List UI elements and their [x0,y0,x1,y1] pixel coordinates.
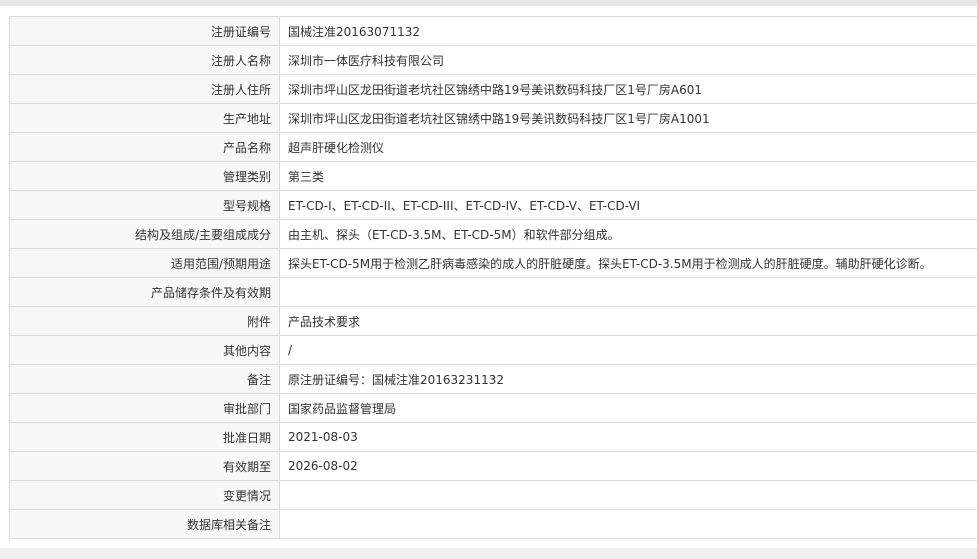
table-row: 变更情况 [9,480,977,510]
field-value: 深圳市一体医疗科技有限公司 [279,45,977,75]
table-row: 附件 产品技术要求 [9,306,977,336]
table-row: 管理类别 第三类 [9,161,977,191]
table-row: 产品储存条件及有效期 [9,277,977,307]
table-row: 备注 原注册证编号：国械注准20163231132 [9,364,977,394]
table-row: 批准日期 2021-08-03 [9,422,977,452]
table-row: 数据库相关备注 [9,509,977,539]
table-row: 适用范围/预期用途 探头ET-CD-5M用于检测乙肝病毒感染的成人的肝脏硬度。探… [9,248,977,278]
field-label: 变更情况 [9,480,280,510]
field-value [279,277,977,307]
bottom-divider [0,548,977,559]
field-label: 型号规格 [9,190,280,220]
field-label: 备注 [9,364,280,394]
field-label: 生产地址 [9,103,280,133]
field-label: 数据库相关备注 [9,509,280,539]
field-label: 适用范围/预期用途 [9,248,280,278]
table-row: 型号规格 ET-CD-I、ET-CD-II、ET-CD-III、ET-CD-IV… [9,190,977,220]
table-row: 审批部门 国家药品监督管理局 [9,393,977,423]
field-value [279,480,977,510]
field-label: 其他内容 [9,335,280,365]
registration-detail-panel: 注册证编号 国械注准20163071132 注册人名称 深圳市一体医疗科技有限公… [0,6,977,548]
field-label: 审批部门 [9,393,280,423]
field-label: 批准日期 [9,422,280,452]
field-value: 由主机、探头（ET-CD-3.5M、ET-CD-5M）和软件部分组成。 [279,219,977,249]
field-label: 附件 [9,306,280,336]
field-value: 原注册证编号：国械注准20163231132 [279,364,977,394]
field-label: 注册证编号 [9,16,280,46]
field-label: 产品名称 [9,132,280,162]
field-label: 注册人名称 [9,45,280,75]
field-value: 国家药品监督管理局 [279,393,977,423]
field-label: 注册人住所 [9,74,280,104]
table-row: 注册人名称 深圳市一体医疗科技有限公司 [9,45,977,75]
field-value: 深圳市坪山区龙田街道老坑社区锦绣中路19号美讯数码科技厂区1号厂房A601 [279,74,977,104]
field-value: 探头ET-CD-5M用于检测乙肝病毒感染的成人的肝脏硬度。探头ET-CD-3.5… [279,248,977,278]
field-value: 2026-08-02 [279,451,977,481]
field-value: 2021-08-03 [279,422,977,452]
field-value: 超声肝硬化检测仪 [279,132,977,162]
field-label: 结构及组成/主要组成成分 [9,219,280,249]
field-value: 深圳市坪山区龙田街道老坑社区锦绣中路19号美讯数码科技厂区1号厂房A1001 [279,103,977,133]
field-value: 国械注准20163071132 [279,16,977,46]
field-label: 管理类别 [9,161,280,191]
table-row: 其他内容 / [9,335,977,365]
field-label: 有效期至 [9,451,280,481]
table-row: 结构及组成/主要组成成分 由主机、探头（ET-CD-3.5M、ET-CD-5M）… [9,219,977,249]
field-value: ET-CD-I、ET-CD-II、ET-CD-III、ET-CD-IV、ET-C… [279,190,977,220]
registration-detail-table: 注册证编号 国械注准20163071132 注册人名称 深圳市一体医疗科技有限公… [9,16,977,539]
field-label: 产品储存条件及有效期 [9,277,280,307]
table-row: 生产地址 深圳市坪山区龙田街道老坑社区锦绣中路19号美讯数码科技厂区1号厂房A1… [9,103,977,133]
table-row: 注册证编号 国械注准20163071132 [9,16,977,46]
field-value: 产品技术要求 [279,306,977,336]
field-value [279,509,977,539]
field-value: / [279,335,977,365]
table-row: 有效期至 2026-08-02 [9,451,977,481]
table-row: 注册人住所 深圳市坪山区龙田街道老坑社区锦绣中路19号美讯数码科技厂区1号厂房A… [9,74,977,104]
field-value: 第三类 [279,161,977,191]
table-row: 产品名称 超声肝硬化检测仪 [9,132,977,162]
